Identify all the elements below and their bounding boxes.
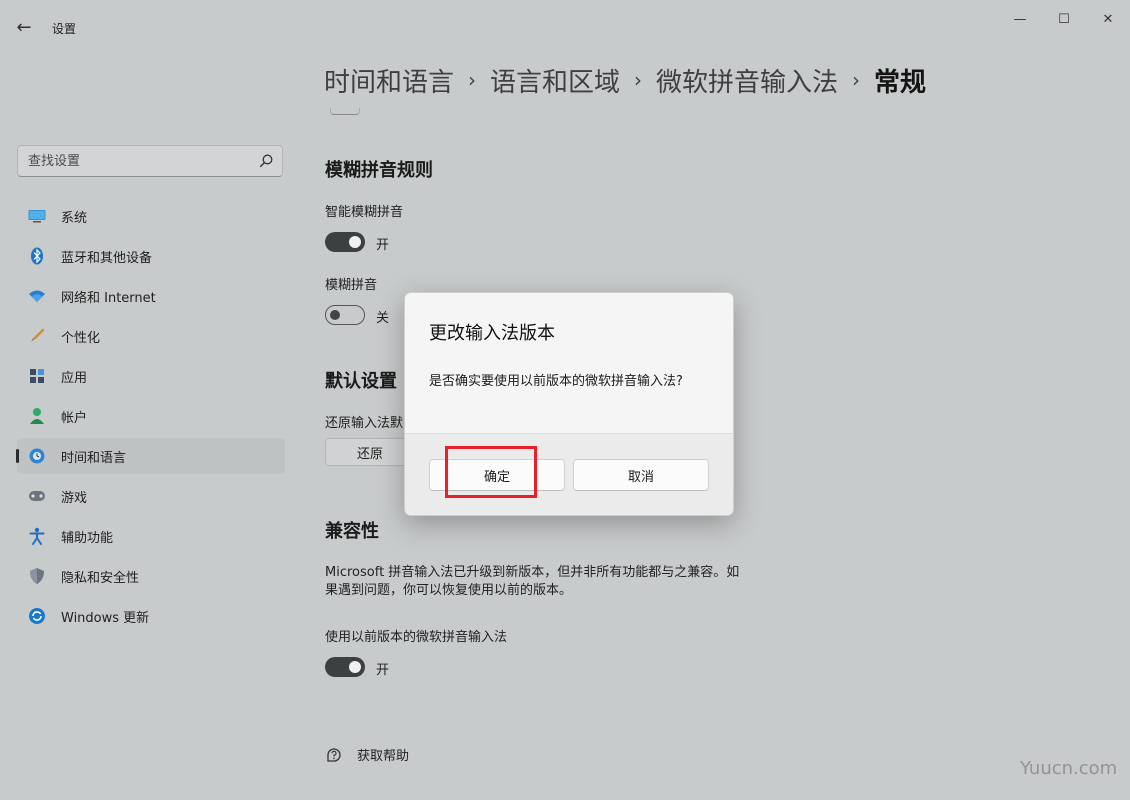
previous-version-toggle[interactable]	[325, 657, 365, 677]
sidebar-item-windows-update[interactable]: Windows 更新	[17, 598, 285, 634]
cancel-button[interactable]: 取消	[573, 459, 709, 491]
smart-fuzzy-toggle[interactable]	[325, 232, 365, 252]
page-title: 常规	[874, 67, 927, 98]
get-help-label: 获取帮助	[357, 749, 410, 764]
smart-fuzzy-label: 智能模糊拼音	[325, 205, 404, 220]
compatibility-description-line: 果遇到问题，你可以恢复使用以前的版本。	[325, 583, 573, 598]
confirm-highlight-annotation	[445, 446, 537, 498]
minimize-icon: —	[1013, 12, 1027, 27]
breadcrumb-time-language[interactable]: 时间和语言	[324, 62, 454, 99]
fuzzy-pinyin-section-title: 模糊拼音规则	[325, 160, 433, 181]
sidebar-item-label: 辅助功能	[61, 530, 114, 546]
sidebar-item-system[interactable]: 系统	[17, 198, 285, 234]
close-icon: ✕	[1102, 12, 1114, 27]
dialog-message: 是否确实要使用以前版本的微软拼音输入法?	[429, 374, 683, 389]
sidebar-item-accessibility[interactable]: 辅助功能	[17, 518, 285, 554]
sidebar-item-apps[interactable]: 应用	[17, 358, 285, 394]
update-icon	[27, 606, 47, 626]
close-button[interactable]: ✕	[1088, 8, 1128, 32]
breadcrumb-separator: ›	[468, 68, 477, 92]
search-icon[interactable]	[258, 153, 274, 169]
breadcrumb-pinyin-ime[interactable]: 微软拼音输入法	[656, 62, 838, 99]
default-settings-section-title: 默认设置	[325, 371, 397, 392]
monitor-icon	[27, 206, 47, 226]
search-box	[17, 145, 283, 177]
compatibility-description-line: Microsoft 拼音输入法已升级到新版本，但并非所有功能都与之兼容。如	[325, 565, 740, 580]
minimize-button[interactable]: —	[1000, 8, 1040, 32]
breadcrumb-separator: ›	[634, 68, 643, 92]
breadcrumb: 时间和语言 › 语言和区域 › 微软拼音输入法 › 常规	[324, 58, 926, 102]
compatibility-section-title: 兼容性	[325, 521, 379, 542]
dialog-title: 更改输入法版本	[429, 323, 555, 344]
restore-defaults-label: 还原输入法默	[325, 416, 404, 431]
back-arrow-icon: ←	[16, 17, 32, 38]
wifi-icon	[27, 286, 47, 306]
app-title: 设置	[52, 22, 77, 36]
sidebar-item-privacy[interactable]: 隐私和安全性	[17, 558, 285, 594]
maximize-icon: ☐	[1058, 12, 1070, 27]
person-icon	[27, 406, 47, 426]
gamepad-icon	[27, 486, 47, 506]
active-indicator	[16, 449, 19, 463]
collapsed-card-edge	[330, 108, 360, 115]
shield-icon	[27, 566, 47, 586]
sidebar-item-time-language[interactable]: 时间和语言	[16, 438, 285, 474]
globe-clock-icon	[27, 446, 47, 466]
sidebar-item-network[interactable]: 网络和 Internet	[17, 278, 285, 314]
sidebar-item-bluetooth[interactable]: 蓝牙和其他设备	[17, 238, 285, 274]
back-button[interactable]: ←	[10, 14, 38, 42]
breadcrumb-language-region[interactable]: 语言和区域	[490, 62, 620, 99]
sidebar-item-label: 应用	[61, 370, 88, 386]
settings-window: ← 设置 — ☐ ✕ 时间和语言 › 语言和区域 › 微软拼音输入法 › 常规	[0, 0, 1130, 800]
sidebar-item-label: 隐私和安全性	[61, 570, 140, 586]
previous-version-label: 使用以前版本的微软拼音输入法	[325, 630, 508, 645]
sidebar-item-label: 时间和语言	[61, 450, 127, 466]
fuzzy-pinyin-label: 模糊拼音	[325, 278, 378, 293]
bluetooth-icon	[27, 246, 47, 266]
accessibility-icon	[27, 526, 47, 546]
sidebar-item-label: 游戏	[61, 490, 88, 506]
compatibility-description: Microsoft 拼音输入法已升级到新版本，但并非所有功能都与之兼容。如 果遇…	[325, 564, 775, 600]
sidebar-nav: 系统 蓝牙和其他设备 网络和 Internet 个性化 应用 帐户 时间和语言 …	[16, 198, 285, 638]
sidebar-item-gaming[interactable]: 游戏	[17, 478, 285, 514]
restore-button[interactable]: 还原	[325, 438, 415, 466]
sidebar-item-accounts[interactable]: 帐户	[17, 398, 285, 434]
sidebar-item-label: 帐户	[61, 410, 88, 426]
previous-version-state: 开	[376, 663, 390, 678]
fuzzy-pinyin-state: 关	[376, 311, 390, 326]
search-input[interactable]	[18, 146, 268, 176]
get-help-link[interactable]: 获取帮助	[325, 745, 409, 764]
sidebar-item-label: 网络和 Internet	[61, 290, 156, 306]
sidebar-item-label: 系统	[61, 210, 88, 226]
sidebar-item-label: 个性化	[61, 330, 101, 346]
help-icon	[327, 747, 341, 762]
apps-icon	[27, 366, 47, 386]
brush-icon	[27, 326, 47, 346]
title-bar: ← 设置 — ☐ ✕	[0, 0, 1130, 56]
sidebar-item-label: 蓝牙和其他设备	[61, 250, 153, 266]
smart-fuzzy-state: 开	[376, 238, 390, 253]
sidebar-item-label: Windows 更新	[61, 610, 150, 626]
fuzzy-pinyin-toggle[interactable]	[325, 305, 365, 325]
breadcrumb-separator: ›	[852, 68, 861, 92]
watermark: Yuucn.com	[1020, 758, 1118, 779]
maximize-button[interactable]: ☐	[1044, 8, 1084, 32]
sidebar-item-personalization[interactable]: 个性化	[17, 318, 285, 354]
